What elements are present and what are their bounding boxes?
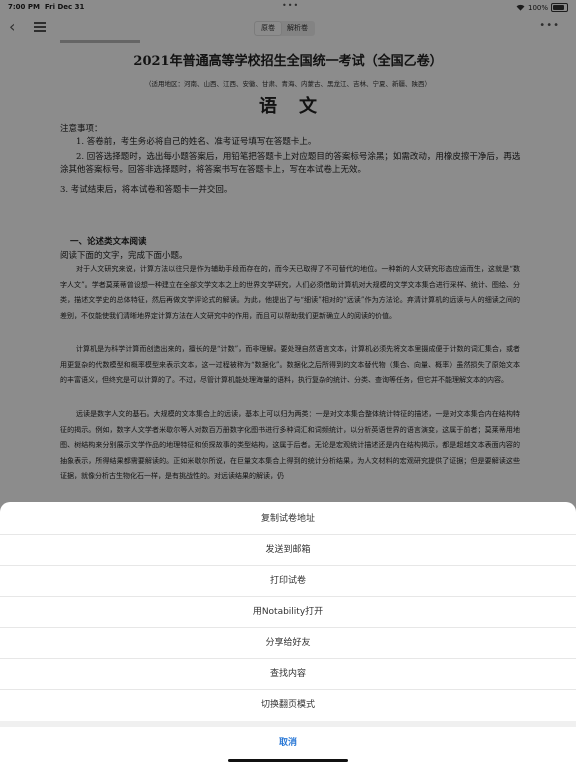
toggle-page-mode-option[interactable]: 切换翻页模式 (0, 690, 576, 721)
find-content-option[interactable]: 查找内容 (0, 659, 576, 690)
share-to-friend-option[interactable]: 分享给好友 (0, 628, 576, 659)
copy-paper-link-option[interactable]: 复制试卷地址 (0, 504, 576, 535)
send-to-email-option[interactable]: 发送到邮箱 (0, 535, 576, 566)
home-indicator[interactable] (228, 759, 348, 762)
cancel-button[interactable]: 取消 (0, 727, 576, 759)
print-paper-option[interactable]: 打印试卷 (0, 566, 576, 597)
action-sheet: 复制试卷地址 发送到邮箱 打印试卷 用Notability打开 分享给好友 查找… (0, 502, 576, 768)
open-in-notability-option[interactable]: 用Notability打开 (0, 597, 576, 628)
